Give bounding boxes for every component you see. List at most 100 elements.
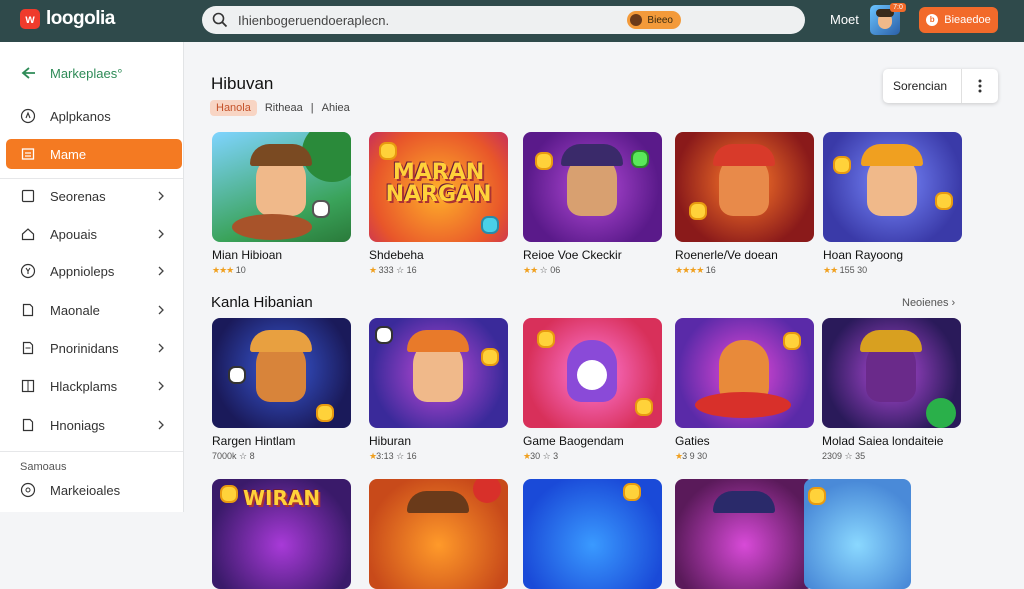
game-thumbnail[interactable] [804,479,911,589]
game-card[interactable]: Hiburan ★3:13 ☆ 16 [369,318,508,462]
search-filter-pill[interactable]: Bieeo [627,11,681,29]
card-meta: ★3 9 30 [675,451,814,462]
more-button[interactable] [962,69,998,103]
game-card[interactable] [675,479,814,589]
card-meta-text: 7000k ☆ 8 [212,451,255,461]
chevron-right-icon [158,420,164,430]
game-card[interactable] [369,479,508,589]
sidebar-item-pnorinidans[interactable]: Pnorinidans [6,333,182,363]
thumb-coin [635,398,653,416]
sidebar-item-apps[interactable]: Aplpkanos [6,101,182,131]
chip[interactable]: Ritheaa [265,102,303,114]
thumb-hat [861,144,923,166]
card-meta-text: ☆ 06 [539,265,561,275]
search-bar[interactable]: Ihienbogeruendoeraplecn. Bieeo [202,6,805,34]
game-thumbnail[interactable] [212,132,351,242]
game-thumbnail[interactable] [675,318,814,428]
game-card[interactable]: Molad Saiea londaiteie 2309 ☆ 35 [822,318,961,462]
chip[interactable]: Ahiea [322,102,350,114]
game-card[interactable]: WIRAN [212,479,351,589]
game-thumbnail[interactable] [212,318,351,428]
card-meta-text: 2309 ☆ 35 [822,451,866,461]
game-thumbnail[interactable] [822,318,961,428]
sidebar-item-marketplaces[interactable]: Markeioales [6,475,182,505]
see-more-link[interactable]: Neoienes › [902,297,955,309]
thumb-title-art: WIRAN [242,486,321,510]
logo[interactable]: w loogolia [20,8,115,30]
game-card[interactable] [804,479,943,589]
game-card[interactable]: Mian Hibioan ★★★ 10 [212,132,351,276]
game-thumbnail[interactable]: WIRAN [212,479,351,589]
top-link[interactable]: Moet [830,12,859,27]
game-card[interactable]: MARAN NARGAN Shdebeha ★ 333 ☆ 16 [369,132,508,276]
sidebar-item-appnioleps[interactable]: Appnioleps [6,256,182,286]
game-card[interactable]: Hoan Rayoong ★★ 155 30 [823,132,962,276]
thumb-coin [316,404,334,422]
home-icon [21,148,35,160]
card-meta: ★ 333 ☆ 16 [369,265,508,276]
sidebar: Markeplaes° Aplpkanos Mame Seorenas Apou… [0,42,184,512]
thumb-hat [250,144,312,166]
game-thumbnail[interactable] [523,479,662,589]
sidebar-item-apouais[interactable]: Apouais [6,219,182,249]
game-thumbnail[interactable] [369,479,508,589]
chevron-right-icon [158,229,164,239]
thumb-kart [695,392,791,418]
thumb-hat [713,144,775,166]
sidebar-item-label: Maonale [50,302,100,318]
sort-dropdown[interactable]: Sorencian [883,69,998,103]
card-meta: ★★ 155 30 [823,265,962,276]
card-meta: ★30 ☆ 3 [523,451,662,462]
card-meta-text: 333 ☆ 16 [378,265,417,275]
card-meta: ★★★ 10 [212,265,351,276]
game-thumbnail[interactable] [523,132,662,242]
pill-avatar-icon [630,14,643,26]
more-vertical-icon [978,79,982,93]
thumb-coin [535,152,553,170]
game-thumbnail[interactable] [369,318,508,428]
game-thumbnail[interactable] [523,318,662,428]
game-thumbnail[interactable] [823,132,962,242]
card-meta: ★★★★ 16 [675,265,814,276]
settings-icon [20,263,36,279]
logo-text: loogolia [46,8,115,29]
sidebar-divider [0,451,183,452]
chevron-right-icon [158,381,164,391]
home-alt-icon [21,228,35,241]
sidebar-item-hlackplams[interactable]: Hlackplams [6,371,182,401]
sidebar-item-maonale[interactable]: Maonale [6,295,182,325]
card-title: Game Baogendam [523,434,624,448]
sidebar-item-label: Pnorinidans [50,340,119,356]
thumb-coin [537,330,555,348]
card-meta: ★3:13 ☆ 16 [369,451,508,462]
thumb-ball [375,326,393,344]
sidebar-item-label: Markeioales [50,482,121,498]
card-title: Hiburan [369,434,412,448]
chip-active[interactable]: Hanola [210,100,257,116]
list-icon [21,189,35,203]
thumb-coin [623,483,641,501]
thumb-hat [407,491,469,513]
sidebar-item-marketplace[interactable]: Markeplaes° [6,58,182,88]
search-input[interactable]: Ihienbogeruendoeraplecn. [238,13,627,28]
top-action-button[interactable]: b Bieaedoe [919,7,998,33]
chevron-right-icon [158,343,164,353]
sidebar-item-home[interactable]: Mame [6,139,182,169]
game-card[interactable] [523,479,662,589]
sidebar-item-list[interactable]: Seorenas [6,181,182,211]
game-card[interactable]: Rargen Hintlam 7000k ☆ 8 [212,318,351,462]
game-card[interactable]: Roenerle/Ve doean ★★★★ 16 [675,132,814,276]
sidebar-item-hnoniags[interactable]: Hnoniags [6,410,182,440]
thumb-coin [935,192,953,210]
game-thumbnail[interactable] [675,479,814,589]
thumb-coin [808,487,826,505]
thumb-gem [631,150,649,168]
game-thumbnail[interactable]: MARAN NARGAN [369,132,508,242]
top-bar: w loogolia Ihienbogeruendoeraplecn. Biee… [0,0,1024,42]
game-card[interactable]: Game Baogendam ★30 ☆ 3 [523,318,662,462]
game-thumbnail[interactable] [675,132,814,242]
game-card[interactable]: Gaties ★3 9 30 [675,318,814,462]
file-alt-icon [22,341,34,355]
game-card[interactable]: Reioe Voe Ckeckir ★★ ☆ 06 [523,132,662,276]
sidebar-item-label: Seorenas [50,188,106,204]
